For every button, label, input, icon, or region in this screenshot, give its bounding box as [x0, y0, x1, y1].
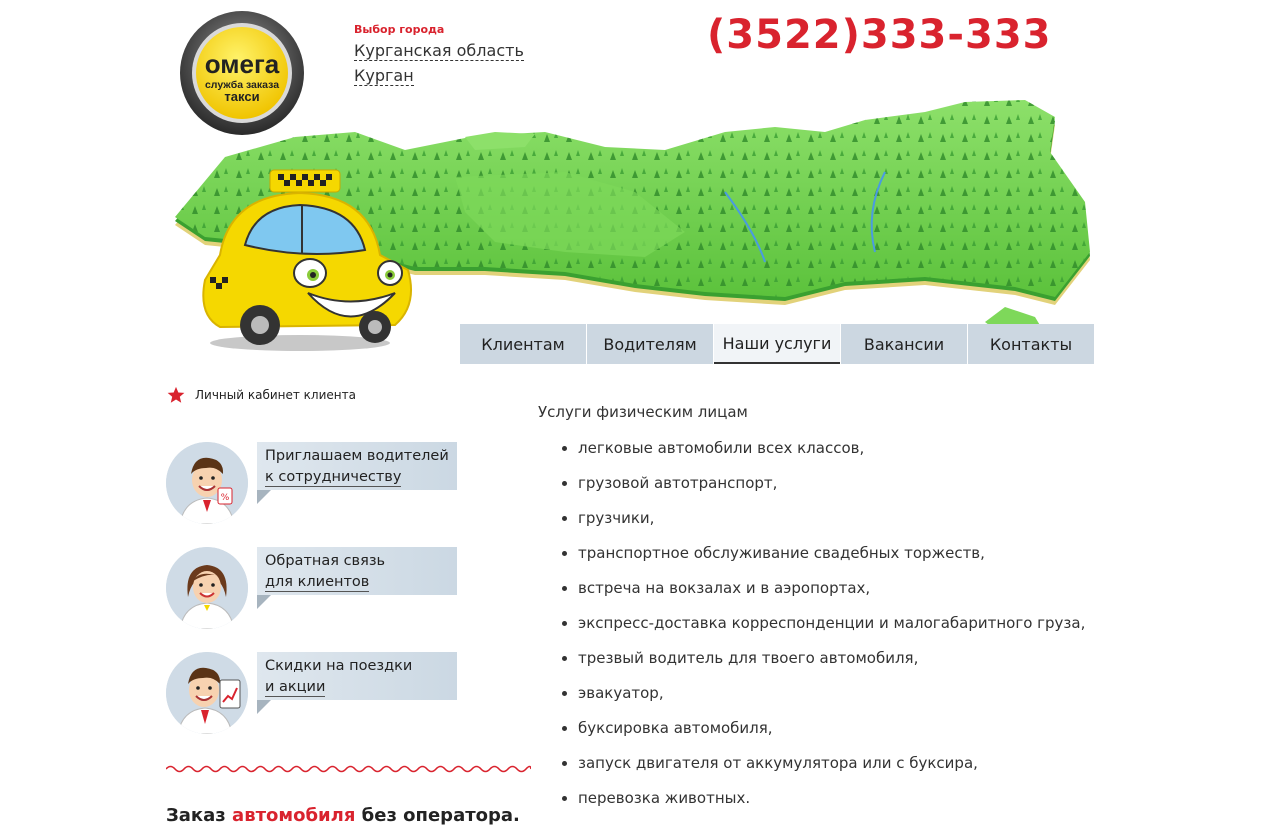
city-selector: Выбор города Курганская область Курган: [354, 23, 524, 91]
bubble-tail: [257, 490, 271, 504]
order-part-3: без оператора.: [361, 805, 520, 826]
promo-title: Скидки на поездки: [265, 658, 413, 674]
avatar: [166, 652, 248, 734]
phone-number: (3522)333-333: [707, 12, 1052, 58]
service-item: экспресс-доставка корреспонденции и мало…: [560, 613, 1095, 633]
svg-text:%: %: [221, 493, 230, 503]
client-cabinet-link[interactable]: Личный кабинет клиента: [195, 388, 356, 402]
bubble-tail: [257, 700, 271, 714]
nav-services[interactable]: Наши услуги: [714, 324, 840, 364]
city-link[interactable]: Курган: [354, 66, 414, 86]
services-title: Услуги физическим лицам: [538, 403, 748, 421]
order-heading: Заказ автомобиля без оператора.: [166, 805, 520, 826]
star-icon: [167, 386, 185, 403]
service-item: встреча на вокзалах и в аэропортах,: [560, 578, 1095, 598]
avatar: %: [166, 442, 248, 524]
client-cabinet[interactable]: Личный кабинет клиента: [167, 386, 356, 404]
logo-title: омега: [205, 49, 280, 79]
wavy-divider: [166, 765, 531, 773]
service-item: транспортное обслуживание свадебных торж…: [560, 543, 1095, 563]
service-item: трезвый водитель для твоего автомобиля,: [560, 648, 1095, 668]
service-item: запуск двигателя от аккумулятора или с б…: [560, 753, 1095, 773]
nav-drivers[interactable]: Водителям: [587, 324, 713, 364]
order-part-1: Заказ: [166, 805, 226, 826]
region-link[interactable]: Курганская область: [354, 41, 524, 61]
promo-link[interactable]: и акции: [265, 678, 326, 697]
bubble-tail: [257, 595, 271, 609]
main-nav: Клиентам Водителям Наши услуги Вакансии …: [460, 324, 1095, 364]
promo-link[interactable]: для клиентов: [265, 573, 370, 592]
order-part-2: автомобиля: [232, 805, 356, 826]
service-item: буксировка автомобиля,: [560, 718, 1095, 738]
taxi-mascot: [190, 165, 420, 355]
promo-title: Приглашаем водителей: [265, 448, 449, 464]
promo-bubble: Приглашаем водителей к сотрудничеству: [257, 442, 457, 490]
service-item: перевозка животных.: [560, 788, 1095, 808]
nav-vacancies[interactable]: Вакансии: [841, 324, 967, 364]
promo-bubble: Обратная связь для клиентов: [257, 547, 457, 595]
avatar: [166, 547, 248, 629]
service-item: грузовой автотранспорт,: [560, 473, 1095, 493]
services-list: легковые автомобили всех классов, грузов…: [560, 438, 1095, 823]
promo-title: Обратная связь: [265, 553, 386, 569]
service-item: легковые автомобили всех классов,: [560, 438, 1095, 458]
promo-discounts[interactable]: Скидки на поездки и акции: [166, 652, 466, 742]
service-item: эвакуатор,: [560, 683, 1095, 703]
promo-drivers[interactable]: % Приглашаем водителей к сотрудничеству: [166, 442, 466, 532]
promo-link[interactable]: к сотрудничеству: [265, 468, 402, 487]
promo-bubble: Скидки на поездки и акции: [257, 652, 457, 700]
promo-feedback[interactable]: Обратная связь для клиентов: [166, 547, 466, 637]
nav-clients[interactable]: Клиентам: [460, 324, 586, 364]
nav-contacts[interactable]: Контакты: [968, 324, 1094, 364]
city-caption: Выбор города: [354, 23, 445, 36]
service-item: грузчики,: [560, 508, 1095, 528]
